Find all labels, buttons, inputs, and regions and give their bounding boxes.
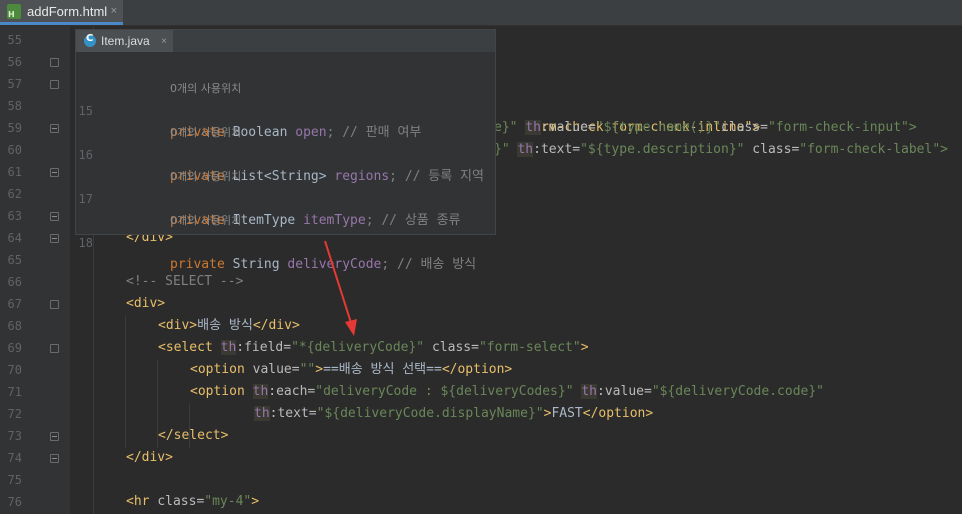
annotation-arrow [324,240,357,336]
arrow-shaft [324,240,353,327]
arrow-head [345,319,357,336]
